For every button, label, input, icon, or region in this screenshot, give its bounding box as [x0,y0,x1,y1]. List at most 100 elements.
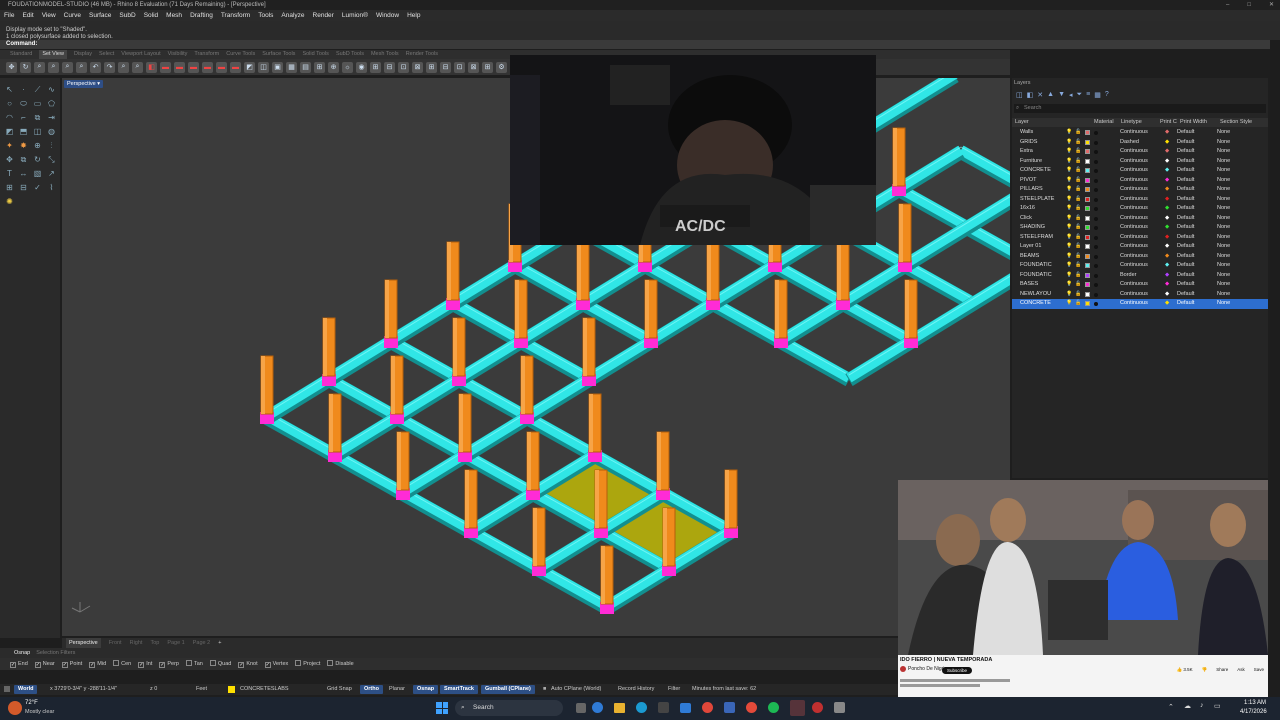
print-color-icon[interactable]: ◆ [1165,157,1169,167]
ask-button[interactable]: Ask [1237,667,1245,673]
lock-icon[interactable]: 🔓 [1075,290,1081,300]
lock-icon[interactable]: 🔓 [1075,271,1081,281]
print-color-icon[interactable]: ◆ [1165,185,1169,195]
material-icon[interactable] [1094,178,1098,183]
tab-display[interactable]: Display [74,50,92,59]
layer-linetype[interactable]: Continuous [1120,223,1148,233]
layer-color-swatch[interactable] [1085,149,1090,154]
visibility-icon[interactable]: 💡 [1066,242,1072,252]
menu-window[interactable]: Window [376,12,399,19]
photos-icon[interactable] [702,702,713,713]
tab-solid-tools[interactable]: Solid Tools [302,50,329,59]
layer-section-style[interactable]: None [1217,223,1230,233]
view-right-icon[interactable]: ▬ [188,61,199,73]
cplane-button[interactable]: World [14,685,38,694]
layer-section-style[interactable]: None [1217,138,1230,148]
save-button[interactable]: Save [1254,667,1264,673]
material-icon[interactable] [1094,140,1098,145]
checkbox-checked-icon[interactable]: ✓ [138,662,145,668]
filter-icon[interactable]: ⏷ [1077,91,1083,99]
checkbox-checked-icon[interactable]: ✓ [61,662,68,668]
visibility-icon[interactable]: 💡 [1066,280,1072,290]
app-icon[interactable] [812,702,823,713]
tools-icon[interactable]: ▦ [1094,91,1101,99]
lock-icon[interactable]: 🔓 [1075,176,1081,186]
cplane-3pt-icon[interactable]: ⊞ [426,61,437,73]
print-color-icon[interactable]: ◆ [1165,271,1169,281]
menu-transform[interactable]: Transform [221,12,250,19]
cplane-origin-icon[interactable]: ⊕ [328,61,339,73]
environment-icon[interactable]: ◉ [356,61,367,73]
checkbox-icon[interactable] [209,660,216,666]
move-up-icon[interactable]: ▲ [1047,91,1054,99]
ellipse-icon[interactable]: ⬭ [18,98,29,109]
layer-section-style[interactable]: None [1217,195,1230,205]
menu-view[interactable]: View [42,12,56,19]
cplane-undo-icon[interactable]: ⊠ [468,61,479,73]
clipping-plane-icon[interactable]: ▤ [300,61,311,73]
channel-avatar[interactable] [900,666,906,672]
layer-row[interactable]: FOUNDATIC 💡 🔓 Continuous ◆ Default None [1012,261,1268,271]
subd-icon[interactable]: ✸ [18,140,29,151]
layer-print-width[interactable]: Default [1177,157,1194,167]
layer-row[interactable]: CONCRETE 💡 🔓 Continuous ◆ Default None [1012,166,1268,176]
layer-name[interactable]: STEELPLATE [1020,195,1054,205]
layer-linetype[interactable]: Continuous [1120,252,1148,262]
material-icon[interactable] [1094,283,1098,287]
material-icon[interactable] [1094,226,1098,230]
layer-color-swatch[interactable] [1085,301,1090,306]
group-icon[interactable]: ⊞ [4,182,15,193]
layer-section-style[interactable]: None [1217,252,1230,262]
dimension-icon[interactable]: ↔ [18,168,29,179]
toggle-osnap[interactable]: Osnap [413,685,439,694]
layer-section-style[interactable]: None [1217,147,1230,157]
material-icon[interactable] [1094,245,1098,249]
maximize-icon[interactable]: □ [1247,0,1251,10]
layer-print-width[interactable]: Default [1177,166,1194,176]
layer-color-swatch[interactable] [1085,168,1090,173]
osnap-end[interactable]: ✓ End [10,658,28,670]
osnap-cen[interactable]: Cen [113,658,131,670]
tab-curve-tools[interactable]: Curve Tools [226,50,255,59]
close-icon[interactable]: ✕ [1269,0,1274,10]
subscribe-button[interactable]: Subscribe [942,667,973,674]
layer-color-swatch[interactable] [1085,130,1090,135]
view-top-icon[interactable]: ▬ [160,61,171,73]
cplane-rotate-icon[interactable]: ⊡ [454,61,465,73]
view-tab-top[interactable]: Top [150,638,159,648]
layer-color-swatch[interactable] [1085,291,1090,297]
auto-cplane[interactable]: Auto CPlane (World) [551,684,601,695]
block-icon[interactable]: ⊟ [18,182,29,193]
rotate-icon[interactable]: ↻ [32,154,43,165]
tab-surface-tools[interactable]: Surface Tools [262,50,295,59]
dislike-button[interactable]: 👎 [1202,667,1208,673]
split-icon[interactable]: ⫶ [46,140,57,151]
layer-section-style[interactable]: None [1217,233,1230,243]
layer-print-width[interactable]: Default [1177,214,1194,224]
chrome-icon[interactable] [746,702,757,713]
zoom-all-icon[interactable]: ⌕ [118,61,129,73]
material-icon[interactable] [1094,292,1098,297]
view-front-icon[interactable]: ▬ [174,61,185,73]
settings-icon[interactable]: ⚙ [496,61,507,73]
rotate-view-icon[interactable]: ↻ [20,61,31,73]
osnap-int[interactable]: ✓ Int [138,658,152,670]
layer-print-width[interactable]: Default [1177,261,1194,271]
layer-color-swatch[interactable] [1085,244,1090,249]
join-icon[interactable]: ⌇ [46,182,57,193]
layer-linetype[interactable]: Dashed [1120,138,1139,148]
menu-solid[interactable]: Solid [144,12,158,19]
layer-linetype[interactable]: Continuous [1120,147,1148,157]
polygon-icon[interactable]: ⬠ [46,98,57,109]
layer-linetype[interactable]: Continuous [1120,233,1148,243]
material-icon[interactable] [1094,150,1098,154]
layer-section-style[interactable]: None [1217,299,1230,309]
trim-icon[interactable]: ✓ [32,182,43,193]
arc-icon[interactable]: ◠ [4,112,15,123]
tab-transform[interactable]: Transform [194,50,219,59]
layer-color-swatch[interactable] [1085,263,1090,268]
file-explorer-icon[interactable] [614,703,625,713]
spotify-icon[interactable] [768,702,779,713]
light-icon[interactable]: ✺ [4,196,15,207]
visibility-icon[interactable]: 💡 [1066,261,1072,271]
